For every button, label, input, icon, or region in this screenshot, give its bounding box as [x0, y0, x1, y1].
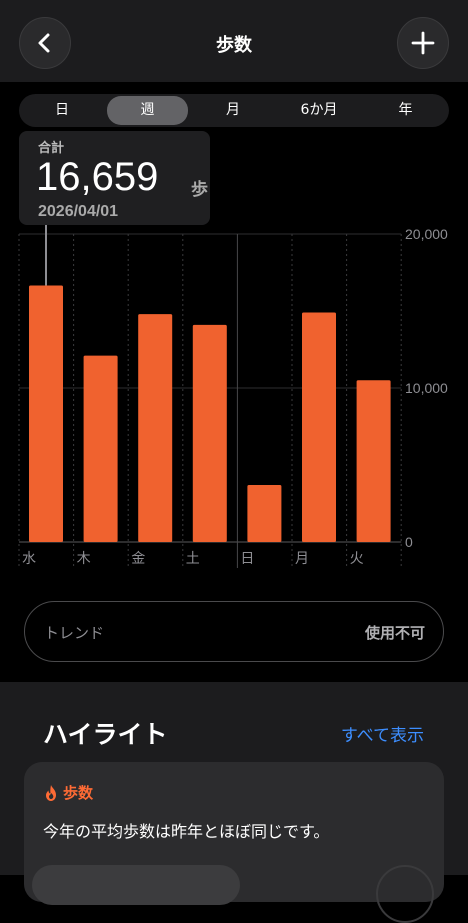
highlights-title: ハイライト [43, 720, 168, 749]
bar-日 [247, 485, 282, 542]
x-tick-label: 日 [240, 551, 254, 567]
trend-status: 使用不可 [364, 624, 425, 642]
segment-year[interactable]: 年 [364, 96, 447, 125]
x-tick-label: 火 [350, 551, 364, 567]
segment-6-months[interactable]: 6か月 [277, 96, 361, 125]
plus-icon [411, 31, 435, 55]
bar-土 [192, 324, 227, 542]
trend-label: トレンド [44, 624, 105, 642]
bar-火 [356, 380, 391, 542]
bar-木 [83, 355, 118, 542]
tooltip-label: 合計 [38, 141, 65, 156]
bar-金 [138, 314, 173, 542]
tooltip-value: 16,659 [36, 155, 159, 199]
segment-day[interactable]: 日 [21, 96, 103, 125]
tooltip-unit: 歩 [191, 180, 208, 200]
x-tick-label: 水 [22, 551, 36, 567]
x-tick-label: 木 [77, 551, 91, 567]
flame-icon [46, 784, 56, 801]
blurred-pill [32, 865, 240, 905]
bar-月 [302, 312, 336, 542]
see-all-link[interactable]: すべて表示 [341, 721, 424, 746]
steps-bar-chart[interactable]: 水 木 金 土 日 月 火 20,000 10,000 0 [0, 225, 468, 575]
y-tick-label: 0 [405, 534, 413, 550]
y-tick-label: 10,000 [405, 380, 448, 396]
period-segmented-control: 日 週 月 6か月 年 [19, 94, 449, 127]
y-tick-label: 20,000 [405, 226, 448, 242]
blurred-circle [376, 865, 434, 923]
nav-header: 歩数 [0, 0, 468, 82]
bar-水 [29, 285, 63, 542]
segment-month[interactable]: 月 [192, 96, 274, 125]
segment-week[interactable]: 週 [107, 96, 188, 125]
x-tick-label: 土 [186, 551, 200, 567]
tooltip-date: 2026/04/01 [38, 203, 119, 220]
highlight-text: 今年の平均歩数は昨年とほぼ同じです。 [43, 822, 330, 841]
x-tick-label: 金 [131, 551, 145, 567]
trend-row[interactable]: トレンド 使用不可 [24, 601, 444, 662]
highlights-section: ハイライト すべて表示 歩数 今年の平均歩数は昨年とほぼ同じです。 [0, 682, 468, 923]
x-tick-label: 月 [295, 551, 309, 567]
highlight-category: 歩数 [63, 784, 94, 802]
highlight-card[interactable]: 歩数 今年の平均歩数は昨年とほぼ同じです。 [24, 762, 444, 923]
add-button[interactable] [397, 17, 449, 69]
selection-tooltip: 合計 16,659 歩 2026/04/01 [19, 131, 210, 225]
highlight-card-header: 歩数 [43, 782, 93, 803]
